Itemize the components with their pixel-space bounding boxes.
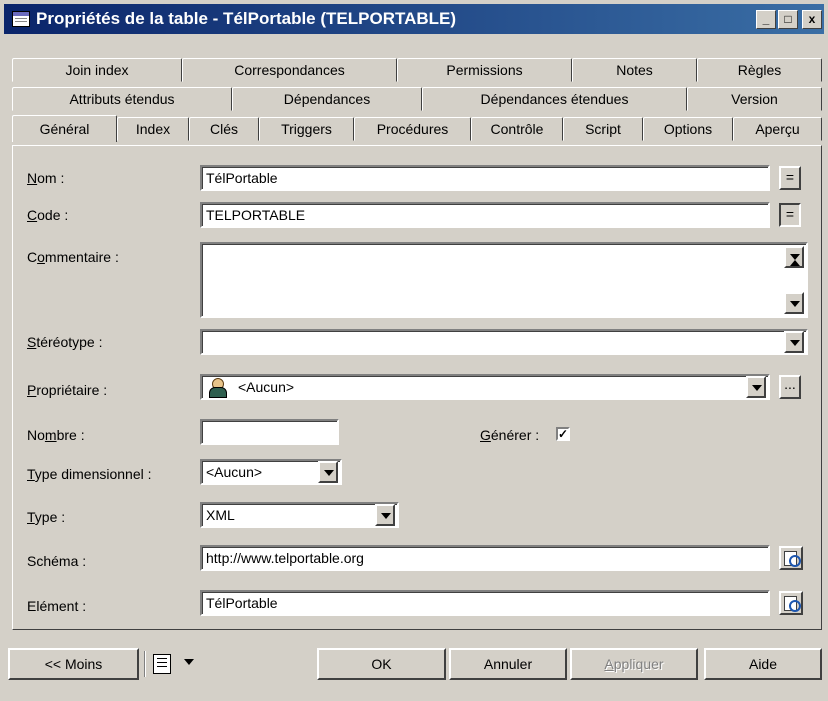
moins-button[interactable]: << Moins bbox=[8, 648, 139, 680]
tab-procedures[interactable]: Procédures bbox=[354, 117, 471, 141]
list-menu-dropdown-arrow-icon[interactable] bbox=[180, 652, 200, 674]
tab-correspondances[interactable]: Correspondances bbox=[182, 58, 397, 82]
element-label: Elément : bbox=[27, 598, 87, 614]
tab-dependances-etendues[interactable]: Dépendances étendues bbox=[422, 87, 687, 111]
stereotype-label: Stéréotype : bbox=[27, 334, 103, 350]
appliquer-button: Appliquer bbox=[570, 648, 698, 680]
minimize-button[interactable]: _ bbox=[756, 10, 776, 29]
proprietaire-dropdown-arrow-icon[interactable] bbox=[746, 376, 766, 398]
type-dimensionnel-label: Type dimensionnel : bbox=[27, 466, 152, 482]
tab-options[interactable]: Options bbox=[643, 117, 733, 141]
tab-row-2: Attributs étendus Dépendances Dépendance… bbox=[12, 87, 822, 111]
tab-regles[interactable]: Règles bbox=[697, 58, 822, 82]
code-input[interactable]: TELPORTABLE bbox=[200, 202, 770, 228]
stereotype-combobox[interactable] bbox=[200, 329, 808, 355]
table-icon bbox=[12, 11, 30, 27]
close-button[interactable]: x bbox=[802, 10, 822, 29]
tab-controle[interactable]: Contrôle bbox=[471, 117, 563, 141]
type-select[interactable]: XML bbox=[200, 502, 399, 528]
aide-button[interactable]: Aide bbox=[704, 648, 822, 680]
maximize-button[interactable]: □ bbox=[778, 10, 798, 29]
tab-script[interactable]: Script bbox=[563, 117, 643, 141]
code-label: Code : bbox=[27, 207, 69, 223]
user-icon bbox=[208, 378, 227, 398]
tab-triggers[interactable]: Triggers bbox=[259, 117, 354, 141]
schema-input[interactable]: http://www.telportable.org bbox=[200, 545, 770, 571]
tab-row-1: Join index Correspondances Permissions N… bbox=[12, 58, 822, 82]
schema-label: Schéma : bbox=[27, 553, 87, 569]
tab-permissions[interactable]: Permissions bbox=[397, 58, 572, 82]
tab-apercu[interactable]: Aperçu bbox=[733, 117, 822, 141]
generer-label: Générer : bbox=[480, 427, 540, 443]
tab-general[interactable]: Général bbox=[12, 115, 117, 142]
tab-notes[interactable]: Notes bbox=[572, 58, 697, 82]
stereotype-dropdown-arrow-icon[interactable] bbox=[784, 331, 804, 353]
tab-cles[interactable]: Clés bbox=[189, 117, 259, 141]
list-menu-icon[interactable] bbox=[153, 654, 171, 674]
proprietaire-browse-button[interactable]: ... bbox=[779, 375, 801, 399]
separator bbox=[144, 651, 146, 677]
commentaire-label: Commentaire : bbox=[27, 249, 119, 265]
tab-version[interactable]: Version bbox=[687, 87, 822, 111]
nom-to-code-button[interactable]: = bbox=[779, 166, 801, 190]
nom-input[interactable]: TélPortable bbox=[200, 165, 770, 191]
schema-browse-icon[interactable] bbox=[779, 546, 803, 570]
tab-join-index[interactable]: Join index bbox=[12, 58, 182, 82]
title-bar[interactable]: Propriétés de la table - TélPortable (TE… bbox=[4, 4, 824, 34]
nombre-input[interactable] bbox=[200, 419, 339, 445]
tab-dependances[interactable]: Dépendances bbox=[232, 87, 422, 111]
commentaire-textarea[interactable] bbox=[200, 242, 808, 318]
tab-attributs-etendus[interactable]: Attributs étendus bbox=[12, 87, 232, 111]
code-to-name-button[interactable]: = bbox=[779, 203, 801, 227]
scroll-up-arrow-icon[interactable] bbox=[784, 246, 804, 268]
ok-button[interactable]: OK bbox=[317, 648, 446, 680]
tab-index[interactable]: Index bbox=[117, 117, 189, 141]
properties-dialog: Propriétés de la table - TélPortable (TE… bbox=[0, 0, 828, 701]
element-browse-icon[interactable] bbox=[779, 591, 803, 615]
element-input[interactable]: TélPortable bbox=[200, 590, 770, 616]
nom-label: Nom : bbox=[27, 170, 65, 186]
scroll-down-arrow-icon[interactable] bbox=[784, 292, 804, 314]
type-dropdown-arrow-icon[interactable] bbox=[375, 504, 395, 526]
window-title: Propriétés de la table - TélPortable (TE… bbox=[36, 9, 457, 28]
generer-checkbox[interactable]: ✓ bbox=[556, 427, 570, 441]
type-dimensionnel-dropdown-arrow-icon[interactable] bbox=[318, 461, 338, 483]
proprietaire-label: Propriétaire : bbox=[27, 382, 108, 398]
proprietaire-combobox[interactable]: <Aucun> bbox=[200, 374, 770, 400]
nombre-label: Nombre : bbox=[27, 427, 85, 443]
annuler-button[interactable]: Annuler bbox=[449, 648, 567, 680]
tab-row-3: Général Index Clés Triggers Procédures C… bbox=[12, 115, 822, 142]
type-label: Type : bbox=[27, 509, 66, 525]
